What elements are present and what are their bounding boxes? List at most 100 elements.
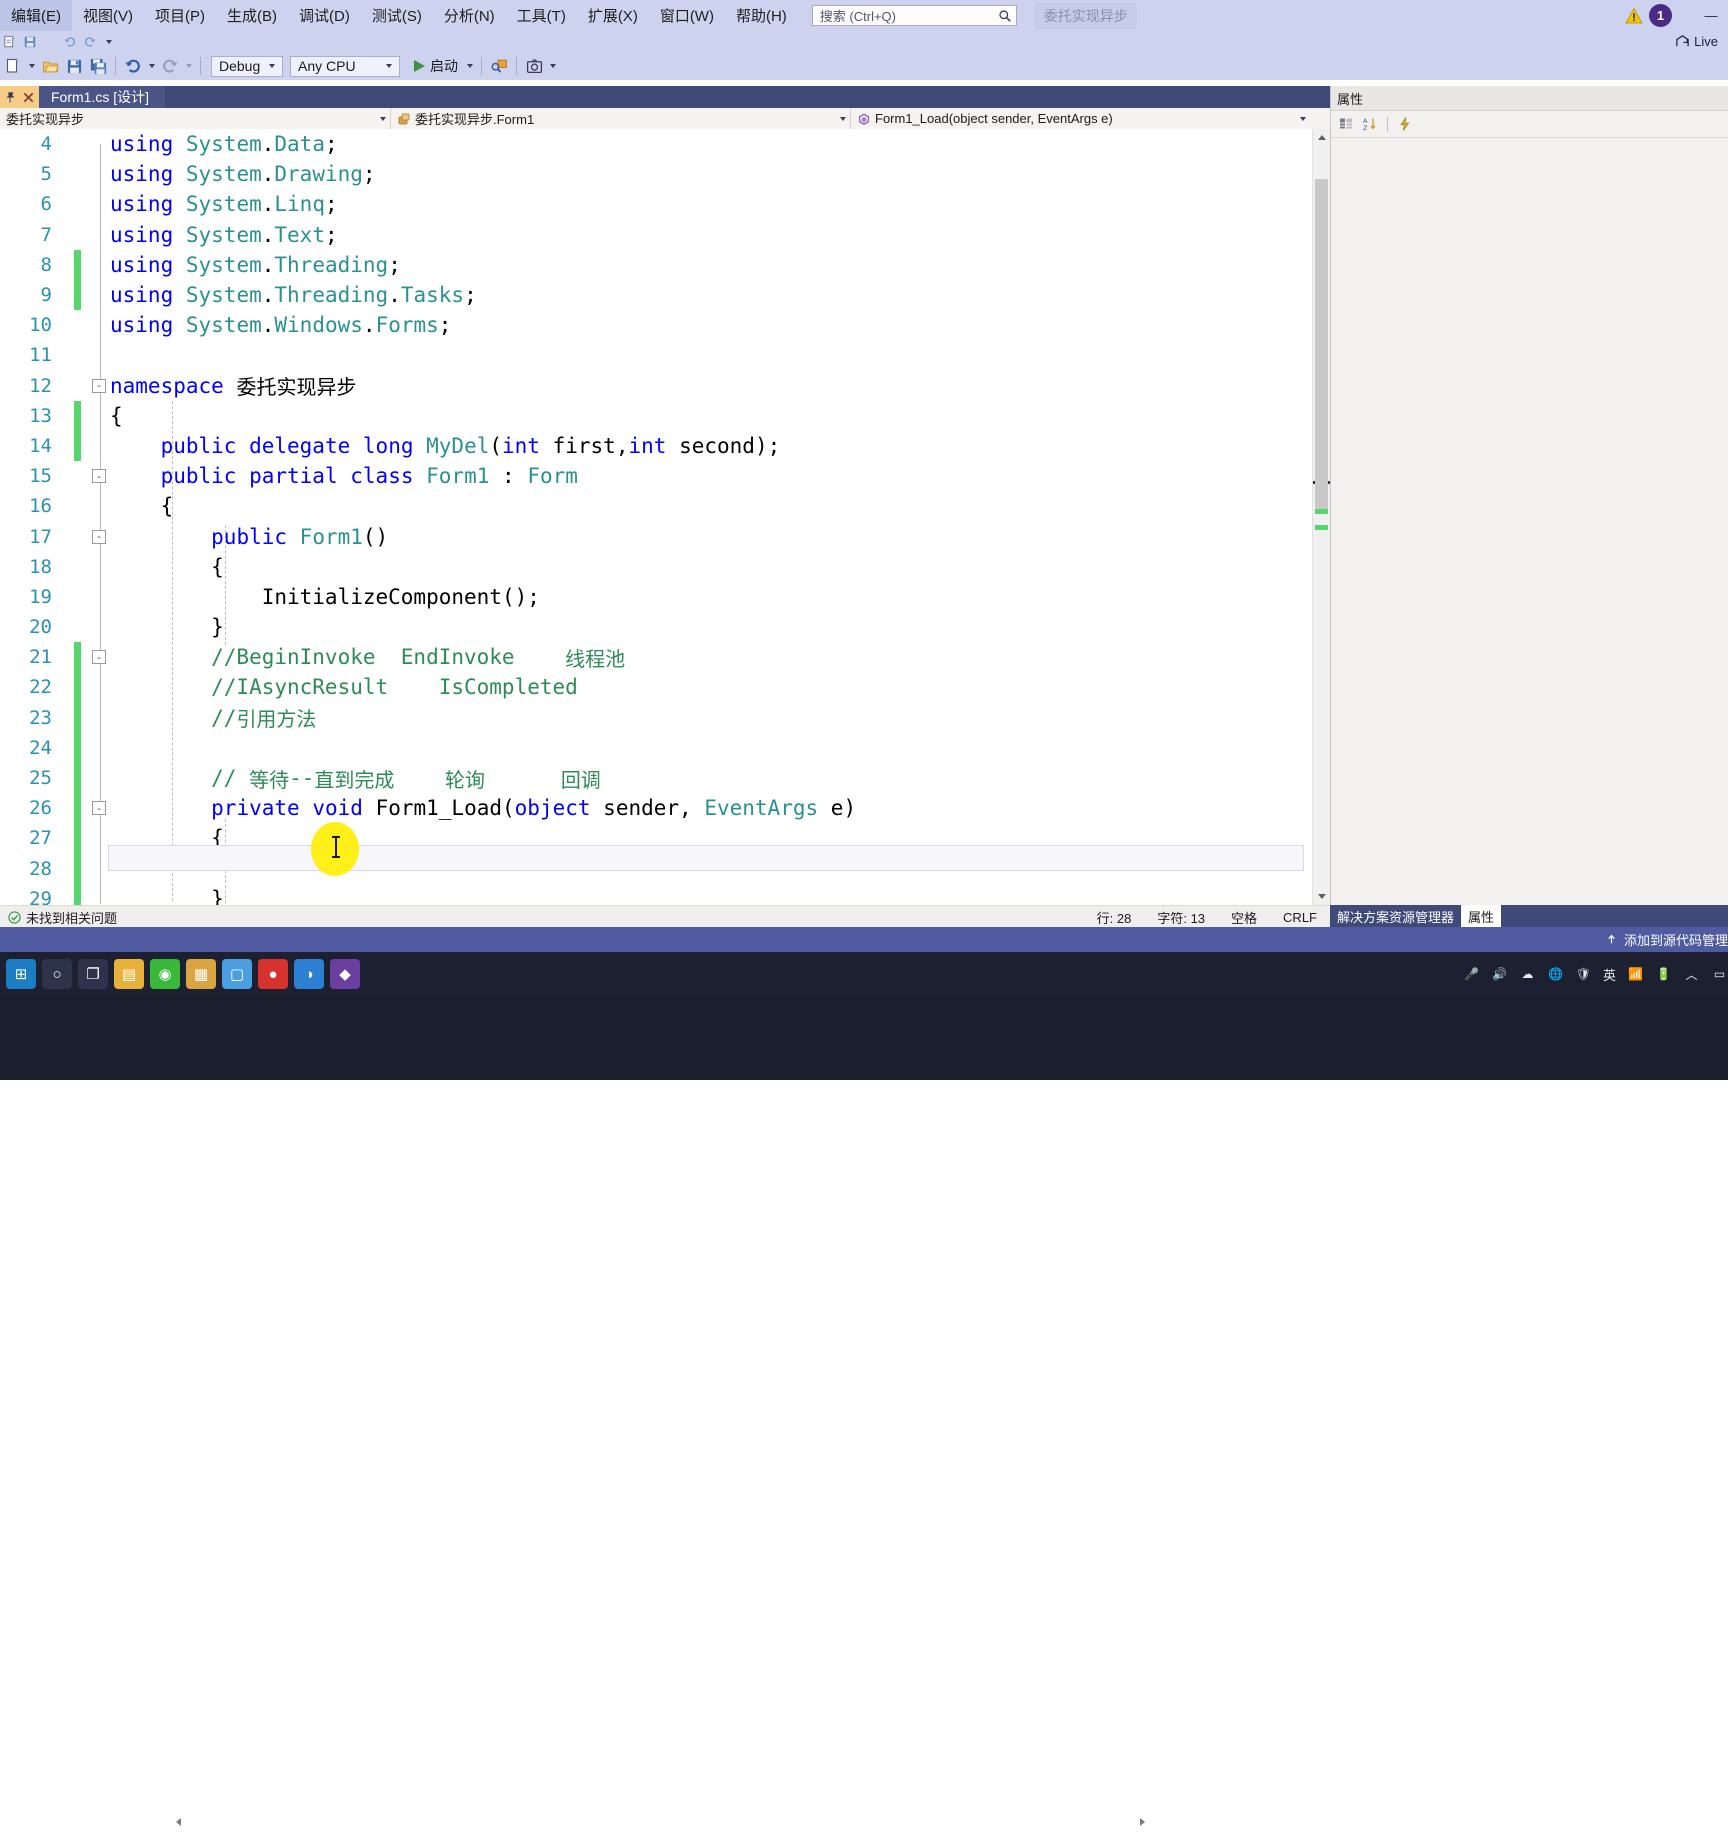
code-line[interactable]: 8 using System. Threading; xyxy=(0,249,1330,280)
shield-icon[interactable]: 🛡 xyxy=(1575,966,1592,983)
code-line[interactable]: 14 public delegate long MyDel(int first,… xyxy=(0,430,1330,462)
fold-toggle[interactable]: - xyxy=(90,371,108,401)
code-line[interactable]: 13 { xyxy=(0,400,1330,431)
dock-tab-properties[interactable]: 属性 xyxy=(1461,905,1502,927)
search-input[interactable]: 搜索 (Ctrl+Q) xyxy=(820,6,998,25)
indentation-indicator[interactable]: 空格 xyxy=(1218,908,1270,927)
opera-browser[interactable]: ● xyxy=(258,959,288,989)
problems-indicator[interactable]: 未找到相关问题 xyxy=(0,908,117,927)
code-line[interactable]: 22 //IAsyncResult IsCompleted xyxy=(0,672,1330,703)
cloud-icon[interactable]: ☁ xyxy=(1519,966,1536,983)
close-icon[interactable] xyxy=(22,91,35,104)
editor-horizontal-scrollbar[interactable] xyxy=(170,1811,1150,1833)
open-file-button[interactable] xyxy=(39,54,61,78)
menu-window[interactable]: 窗口(W) xyxy=(649,0,725,31)
code-line[interactable]: 17 - public Form1() xyxy=(0,521,1330,551)
redo-button[interactable] xyxy=(159,54,181,78)
hscroll-left-button[interactable] xyxy=(170,1814,186,1830)
redo-small-icon[interactable] xyxy=(83,35,97,49)
type-scope-dropdown[interactable]: 委托实现异步.Form1 xyxy=(390,108,850,129)
wechat[interactable]: ◉ xyxy=(150,959,180,989)
line-ending-indicator[interactable]: CRLF xyxy=(1270,910,1330,925)
code-line[interactable]: 26 - private void Form1_Load(object sende… xyxy=(0,793,1330,824)
member-scope-dropdown[interactable]: Form1_Load(object sender, EventArgs e) xyxy=(850,108,1310,129)
new-file-button[interactable] xyxy=(2,54,24,78)
menu-debug[interactable]: 调试(D) xyxy=(288,0,361,31)
fold-toggle[interactable]: - xyxy=(90,461,108,491)
hscroll-right-button[interactable] xyxy=(1134,1814,1150,1830)
code-line[interactable]: 20 } xyxy=(0,612,1330,642)
undo-caret[interactable] xyxy=(146,54,157,78)
start-debug-button[interactable]: 启动 xyxy=(408,54,462,78)
code-line[interactable]: 10 using System. Windows. Forms; xyxy=(0,310,1330,340)
code-line[interactable]: 19 InitializeComponent(); xyxy=(0,582,1330,612)
battery-icon[interactable]: 🔋 xyxy=(1655,966,1672,983)
toolbar-options-caret[interactable] xyxy=(547,54,558,78)
live-share-group[interactable]: Live xyxy=(1675,31,1718,52)
code-editor[interactable]: 4 using System. Data; 5 using System. Drawing… xyxy=(0,129,1330,905)
file-explorer[interactable]: ▤ xyxy=(114,959,144,989)
start-button[interactable]: ⊞ xyxy=(6,959,36,989)
screenshot-button[interactable] xyxy=(523,54,545,78)
save-all-button[interactable] xyxy=(87,54,109,78)
search-taskbar[interactable]: ○ xyxy=(42,959,72,989)
platform-dropdown[interactable]: Any CPU xyxy=(290,55,400,77)
alphabetical-view-button[interactable]: A Z xyxy=(1360,114,1380,134)
tab-form1-designer[interactable]: Form1.cs [设计] xyxy=(39,86,166,108)
menu-edit[interactable]: 编辑(E) xyxy=(0,0,72,31)
app-folder[interactable]: ▦ xyxy=(186,959,216,989)
scroll-up-button[interactable] xyxy=(1313,129,1330,146)
pin-icon[interactable] xyxy=(4,91,17,104)
globe-icon[interactable]: 🌐 xyxy=(1547,966,1564,983)
events-view-button[interactable] xyxy=(1395,114,1415,134)
visual-studio[interactable]: ◆ xyxy=(330,959,360,989)
code-line[interactable]: 23 //引用方法 xyxy=(0,702,1330,733)
code-line[interactable]: 9 using System. Threading. Tasks; xyxy=(0,279,1330,311)
code-line[interactable]: 5 using System. Drawing; xyxy=(0,159,1330,189)
menu-view[interactable]: 视图(V) xyxy=(72,0,144,31)
dock-tab-solution-explorer[interactable]: 解决方案资源管理器 xyxy=(1330,905,1461,927)
start-debug-caret[interactable] xyxy=(464,54,475,78)
properties-grid[interactable] xyxy=(1331,138,1728,907)
edge-browser[interactable]: ◑ xyxy=(294,959,324,989)
undo-small-icon[interactable] xyxy=(63,35,77,49)
menu-project[interactable]: 项目(P) xyxy=(144,0,216,31)
code-line[interactable]: 21 - //BeginInvoke EndInvoke 线程池 xyxy=(0,642,1330,673)
code-line[interactable]: 7 using System. Text; xyxy=(0,220,1330,250)
window-minimize-button[interactable]: — xyxy=(1694,0,1728,31)
save-button[interactable] xyxy=(63,54,85,78)
volume-icon[interactable]: 🔊 xyxy=(1491,966,1508,983)
editor-vertical-scrollbar[interactable] xyxy=(1312,129,1330,905)
source-control-label[interactable]: 添加到源代码管理 xyxy=(1624,930,1728,949)
menu-build[interactable]: 生成(B) xyxy=(216,0,288,31)
notepad[interactable]: ▢ xyxy=(222,959,252,989)
new-project-icon[interactable] xyxy=(3,35,17,49)
categorized-view-button[interactable] xyxy=(1336,114,1356,134)
attach-process-button[interactable] xyxy=(488,54,510,78)
search-box[interactable]: 搜索 (Ctrl+Q) xyxy=(811,5,1017,26)
scroll-down-button[interactable] xyxy=(1313,888,1330,905)
code-line[interactable]: 18 { xyxy=(0,552,1330,582)
live-share-button[interactable]: Live xyxy=(1675,34,1718,49)
code-line[interactable]: 24 xyxy=(0,732,1330,763)
menu-tools[interactable]: 工具(T) xyxy=(506,0,577,31)
notification-center-icon[interactable]: ▭ xyxy=(1711,966,1728,983)
microphone-icon[interactable]: 🎤 xyxy=(1463,966,1480,983)
warning-icon[interactable] xyxy=(1625,7,1643,25)
code-line[interactable]: 11 xyxy=(0,340,1330,370)
scrollbar-thumb[interactable] xyxy=(1315,179,1328,509)
ime-indicator[interactable]: 英 xyxy=(1603,965,1616,984)
fold-toggle[interactable]: - xyxy=(90,521,108,551)
code-line[interactable]: 15 - public partial class Form1 : Form xyxy=(0,461,1330,491)
menu-extensions[interactable]: 扩展(X) xyxy=(577,0,649,31)
undo-button[interactable] xyxy=(122,54,144,78)
toolbar-overflow-caret[interactable] xyxy=(103,30,114,54)
fold-toggle[interactable]: - xyxy=(90,642,108,672)
menu-test[interactable]: 测试(S) xyxy=(361,0,433,31)
code-line[interactable]: 12 - namespace 委托实现异步 xyxy=(0,371,1330,401)
code-line[interactable]: 29 } xyxy=(0,883,1330,905)
menu-help[interactable]: 帮助(H) xyxy=(725,0,798,31)
code-line[interactable]: 25 // 等待 -- 直到完成 轮询 回调 xyxy=(0,762,1330,794)
redo-caret[interactable] xyxy=(183,54,194,78)
chevron-up-icon[interactable]: ︿ xyxy=(1683,966,1700,983)
